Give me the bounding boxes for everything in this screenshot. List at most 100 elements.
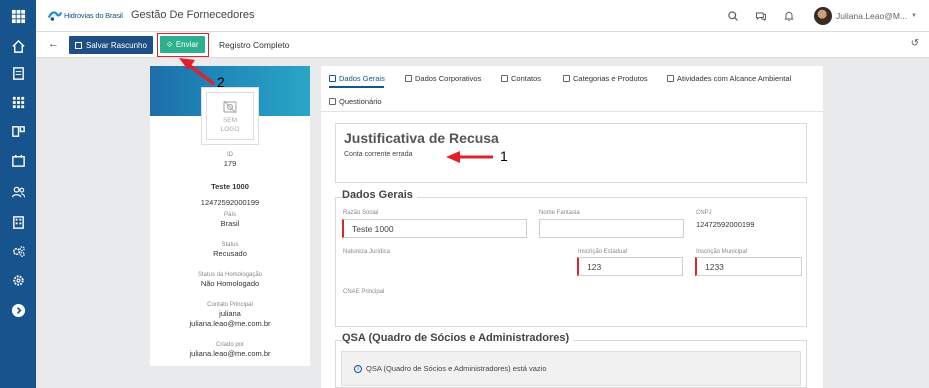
save-draft-button[interactable]: Salvar Rascunho bbox=[69, 36, 153, 54]
action-toolbar: ← Salvar Rascunho ⟐ Enviar Registro Comp… bbox=[36, 32, 929, 58]
building-icon[interactable] bbox=[9, 213, 27, 231]
supplier-logo-placeholder: SEM LOGO bbox=[201, 87, 259, 145]
inscricao-estadual-label: Inscrição Estadual bbox=[578, 249, 628, 255]
send-label: Enviar bbox=[175, 40, 199, 49]
logo-text-1: SEM bbox=[222, 117, 238, 124]
contato-label: Contato Principal bbox=[207, 302, 253, 308]
rejection-title: Justificativa de Recusa bbox=[344, 130, 499, 146]
tab-label: Atividades com Alcance Ambiental bbox=[677, 74, 792, 83]
cnpj-label: CNPJ bbox=[696, 210, 712, 216]
supplier-cnpj: 12472592000199 bbox=[200, 198, 260, 207]
qsa-empty-text: QSA (Quadro de Sócios e Administradores)… bbox=[366, 364, 547, 373]
nome-fantasia-field[interactable] bbox=[539, 219, 684, 238]
profile-contato: Contato Principal juliana juliana.leao@m… bbox=[150, 302, 310, 328]
send-button[interactable]: ⟐ Enviar bbox=[160, 36, 205, 53]
expand-circle-icon[interactable] bbox=[9, 301, 27, 319]
brand-logo[interactable]: Hidrovias do Brasil bbox=[48, 8, 123, 22]
brand-mark-icon bbox=[48, 11, 62, 21]
homologacao-value: Não Homologado bbox=[200, 279, 260, 288]
pais-label: País bbox=[223, 212, 236, 218]
search-icon[interactable] bbox=[726, 9, 740, 23]
tab-icon bbox=[405, 75, 412, 82]
back-arrow-icon[interactable]: ← bbox=[48, 38, 59, 50]
annotation-number-1: 1 bbox=[500, 148, 508, 164]
home-icon[interactable] bbox=[9, 37, 27, 55]
nome-fantasia-label: Nome Fantasia bbox=[539, 210, 580, 216]
natureza-juridica-label: Natureza Jurídica bbox=[343, 249, 391, 255]
tab-contatos[interactable]: Contatos bbox=[501, 74, 541, 83]
calendar-icon[interactable] bbox=[9, 151, 27, 169]
users-icon[interactable] bbox=[9, 183, 27, 201]
inscricao-municipal-label: Inscrição Municipal bbox=[696, 249, 748, 255]
settings-multi-icon[interactable] bbox=[9, 242, 27, 260]
user-name: Juliana.Leao@M... bbox=[836, 11, 908, 21]
tab-icon bbox=[667, 75, 674, 82]
cnae-principal-label: CNAE Principal bbox=[343, 289, 385, 295]
id-label: ID bbox=[227, 152, 233, 158]
profile-homologacao: Status da Homologação Não Homologado bbox=[150, 272, 310, 288]
rejection-reason: Conta corrente errada bbox=[344, 151, 413, 158]
tab-label: Questionário bbox=[339, 97, 382, 106]
chat-icon[interactable] bbox=[754, 9, 768, 23]
inscricao-municipal-field[interactable]: 1233 bbox=[695, 257, 802, 276]
send-icon: ⟐ bbox=[166, 39, 173, 49]
tab-dados-corporativos[interactable]: Dados Corporativos bbox=[405, 74, 481, 83]
modules-icon[interactable] bbox=[9, 93, 27, 111]
registro-completo-link[interactable]: Registro Completo bbox=[219, 40, 289, 50]
profile-status: Status Recusado bbox=[150, 242, 310, 258]
inscricao-estadual-field[interactable]: 123 bbox=[577, 257, 683, 276]
top-header: Hidrovias do Brasil Gestão De Fornecedor… bbox=[36, 0, 929, 32]
profile-cnpj: 12472592000199 bbox=[150, 197, 310, 207]
tab-questionario[interactable]: Questionário bbox=[329, 97, 382, 106]
gear-icon[interactable] bbox=[9, 271, 27, 289]
tab-categorias-produtos[interactable]: Categorias e Produtos bbox=[563, 74, 648, 83]
user-menu[interactable]: Juliana.Leao@M... ▼ bbox=[814, 7, 917, 25]
header-actions: Juliana.Leao@M... ▼ bbox=[726, 0, 929, 32]
tab-icon bbox=[563, 75, 570, 82]
qsa-empty-message: i QSA (Quadro de Sócios e Administradore… bbox=[341, 351, 801, 386]
tab-icon bbox=[329, 98, 336, 105]
documents-icon[interactable] bbox=[9, 64, 27, 82]
tab-label: Dados Gerais bbox=[339, 74, 385, 83]
criado-value: juliana.leao@me.com.br bbox=[189, 349, 271, 358]
razao-social-label: Razão Social bbox=[343, 210, 379, 216]
tab-atividades-ambiental[interactable]: Atividades com Alcance Ambiental bbox=[667, 74, 791, 83]
app-title: Gestão De Fornecedores bbox=[131, 9, 255, 21]
tab-label: Dados Corporativos bbox=[415, 74, 482, 83]
profile-pais: País Brasil bbox=[150, 212, 310, 228]
tab-icon bbox=[501, 75, 508, 82]
send-button-highlight: ⟐ Enviar bbox=[157, 33, 209, 57]
profile-criado: Criado por juliana.leao@me.com.br bbox=[150, 342, 310, 358]
status-label: Status bbox=[221, 242, 239, 248]
save-icon bbox=[75, 41, 82, 49]
qsa-legend: QSA (Quadro de Sócios e Administradores) bbox=[342, 332, 574, 344]
left-rail bbox=[0, 0, 36, 388]
brand-text: Hidrovias do Brasil bbox=[64, 10, 123, 20]
dados-gerais-legend: Dados Gerais bbox=[342, 189, 417, 201]
logo-text-2: LOGO bbox=[220, 126, 240, 133]
tab-dados-gerais[interactable]: Dados Gerais bbox=[329, 74, 385, 83]
apps-grid-icon[interactable] bbox=[9, 7, 27, 25]
homologacao-label: Status da Homologação bbox=[197, 272, 263, 278]
tab-bar: Dados Gerais Dados Corporativos Contatos… bbox=[321, 66, 823, 112]
status-value: Recusado bbox=[213, 249, 247, 258]
rejection-justification-box: Justificativa de Recusa Conta corrente e… bbox=[335, 123, 807, 183]
no-image-icon bbox=[223, 100, 237, 114]
info-icon: i bbox=[354, 364, 362, 373]
pais-value: Brasil bbox=[220, 219, 240, 228]
razao-social-field[interactable]: Teste 1000 bbox=[342, 219, 527, 238]
history-icon[interactable]: ↺ bbox=[911, 38, 919, 49]
contato-email: juliana.leao@me.com.br bbox=[189, 319, 271, 328]
profile-name: Teste 1000 bbox=[150, 181, 310, 191]
bell-icon[interactable] bbox=[782, 9, 796, 23]
main-panel: Dados Gerais Dados Corporativos Contatos… bbox=[321, 66, 823, 388]
avatar bbox=[814, 7, 833, 25]
id-value: 179 bbox=[223, 159, 237, 168]
cnpj-value: 12472592000199 bbox=[696, 220, 755, 229]
profile-id: ID 179 bbox=[150, 152, 310, 168]
criado-label: Criado por bbox=[215, 342, 244, 348]
tab-label: Contatos bbox=[511, 74, 542, 83]
annotation-number-2: 2 bbox=[217, 74, 225, 90]
chevron-down-icon: ▼ bbox=[911, 13, 917, 19]
layout-icon[interactable] bbox=[9, 122, 27, 140]
